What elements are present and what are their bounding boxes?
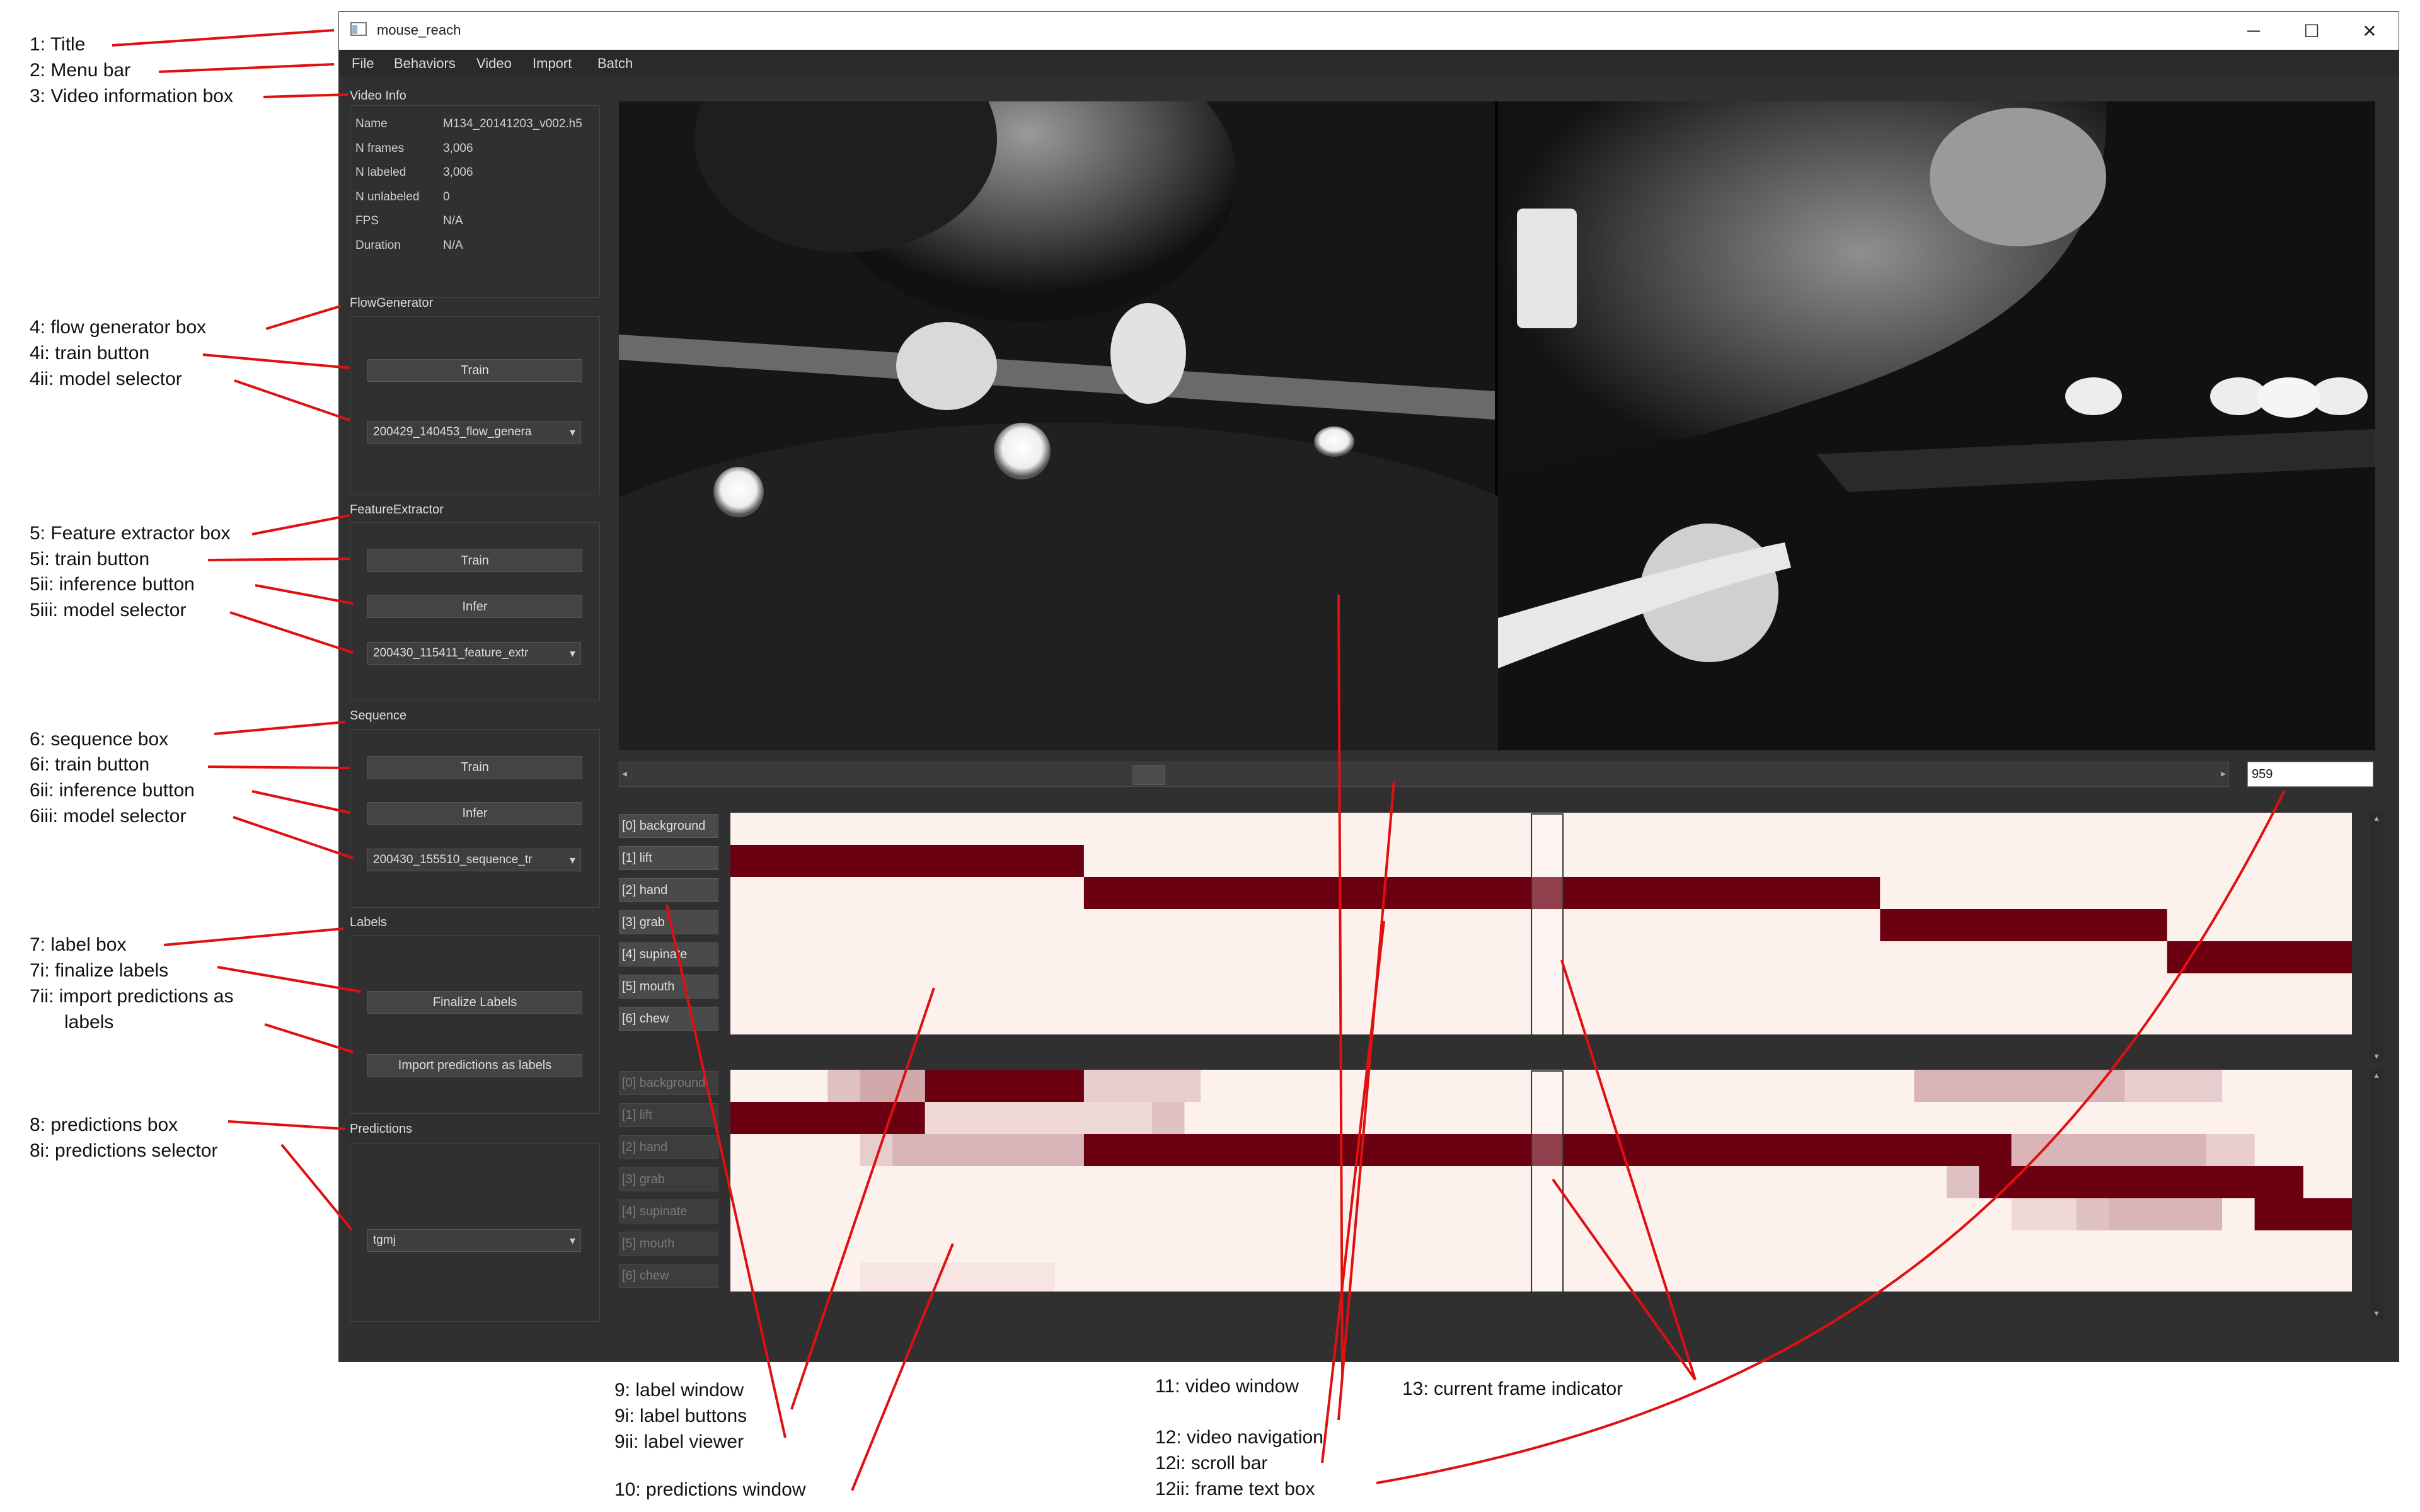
callout-line [207, 765, 350, 769]
callout-line [264, 1023, 354, 1053]
callout-lines [112, 29, 2286, 1491]
callout-line [265, 305, 341, 330]
callout-line [228, 1120, 346, 1130]
callout-line [1337, 781, 1395, 1421]
callout-line [280, 1143, 353, 1231]
callout-line [251, 790, 350, 814]
callout-line [1376, 790, 2286, 1484]
callout-line [1321, 920, 1385, 1463]
callout-line [1552, 1178, 1697, 1381]
callout-line [163, 927, 344, 946]
callout-line [202, 353, 350, 369]
callout-line [1337, 594, 1344, 1378]
callout-line [229, 611, 354, 654]
callout-line [233, 816, 354, 859]
callout-line [214, 721, 346, 735]
callout-line [112, 29, 335, 47]
callout-line [1560, 959, 1697, 1380]
callout-line [158, 63, 335, 73]
callout-line [851, 1243, 954, 1491]
callout-line [234, 379, 350, 421]
callout-line [207, 558, 350, 561]
callout-line [255, 584, 354, 605]
callout-line [263, 93, 349, 98]
callout-line [217, 966, 361, 993]
callout-line [251, 514, 350, 536]
callout-line [666, 904, 786, 1438]
callout-line [790, 987, 935, 1410]
